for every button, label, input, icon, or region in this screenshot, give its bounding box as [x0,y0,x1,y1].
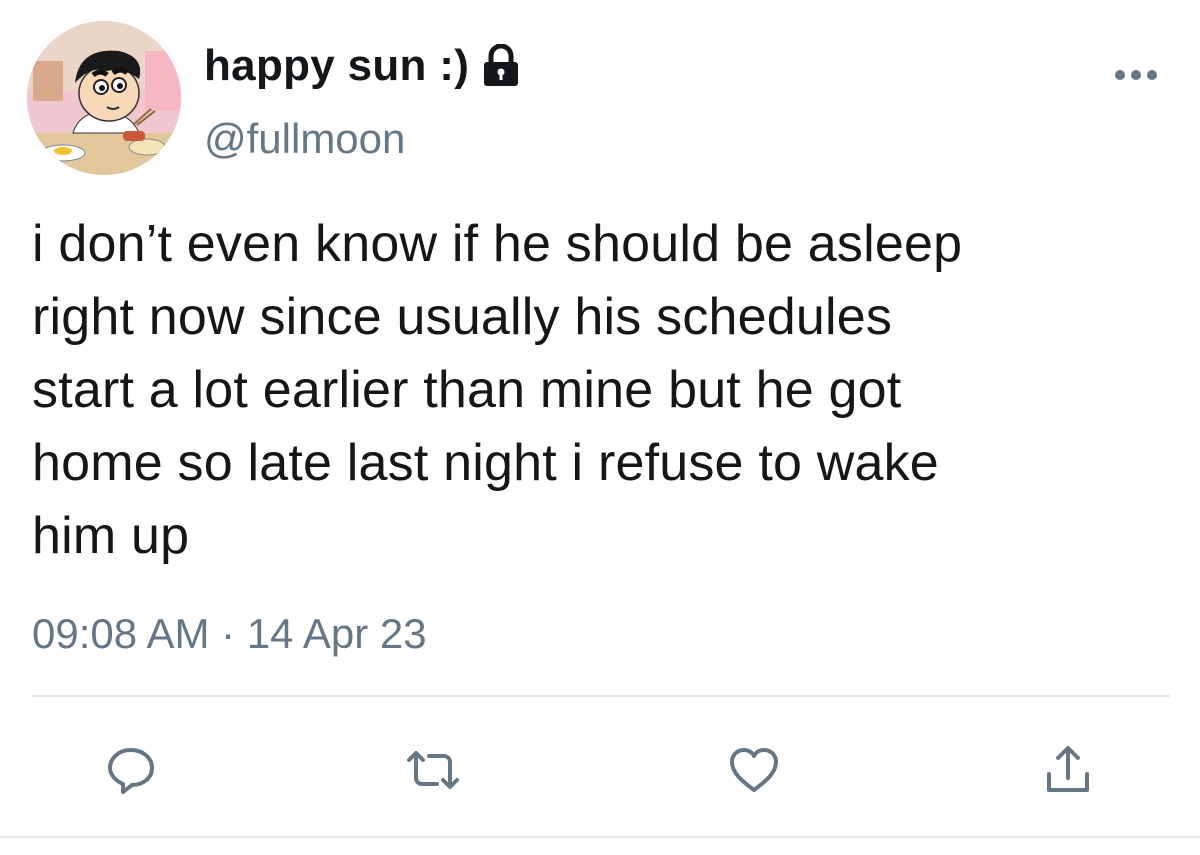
retweet-button[interactable] [393,730,473,810]
like-button[interactable] [714,730,794,810]
reply-button[interactable] [91,730,171,810]
reply-icon [108,748,154,794]
heart-icon [730,748,778,792]
tweet-card: happy sun :) @fullmoon i don’t even know… [0,0,1200,855]
tweet-text-line: him up [32,507,190,565]
tweet-text-line: start a lot earlier than mine but he got [32,361,902,419]
tweet-date: 14 Apr 23 [246,610,427,657]
avatar[interactable] [27,21,181,175]
action-bar [0,730,1200,810]
tweet-text-line: right now since usually his schedules [32,288,893,346]
divider [32,695,1170,697]
tweet-text-line: i don’t even know if he should be asleep [32,215,963,273]
display-name[interactable]: happy sun :) [204,41,469,91]
display-name-row: happy sun :) [204,38,521,94]
cartoon-avatar-icon [27,21,181,175]
more-icon [1115,70,1157,80]
timestamp[interactable]: 09:08 AM · 14 Apr 23 [32,610,427,658]
more-options-button[interactable] [1112,60,1162,90]
lock-icon [481,44,521,88]
bottom-divider [0,836,1200,838]
user-handle[interactable]: @fullmoon [204,115,405,163]
timestamp-separator: · [221,610,236,657]
tweet-time: 09:08 AM [32,610,210,657]
tweet-text-line: home so late last night i refuse to wake [32,434,939,492]
tweet-text: i don’t even know if he should be asleep… [32,208,1182,573]
retweet-icon [407,751,459,789]
share-button[interactable] [1028,730,1108,810]
share-icon [1047,746,1089,792]
